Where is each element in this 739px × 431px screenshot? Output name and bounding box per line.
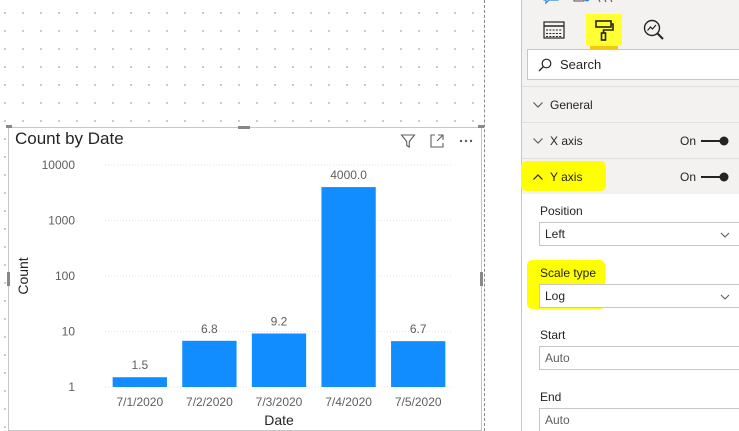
scale-type-label: Scale type: [540, 266, 597, 280]
y-tick-label: 1000: [48, 214, 75, 228]
format-pane: General X axis On Y axis On Position Lef…: [521, 0, 739, 431]
scale-type-value: Log: [545, 289, 566, 303]
end-label: End: [540, 390, 562, 404]
bar: [321, 187, 376, 387]
chevron-down-icon: [720, 232, 730, 238]
end-input[interactable]: Auto: [539, 408, 739, 431]
position-dropdown[interactable]: Left: [539, 222, 739, 246]
y-tick-label: 10000: [42, 158, 76, 172]
position-value: Left: [545, 227, 566, 241]
x-tick-label: 7/1/2020: [116, 395, 163, 409]
y-tick-label: 10: [62, 325, 76, 339]
chevron-up-icon: [533, 173, 543, 180]
y-axis-toggle-label: On: [680, 169, 697, 184]
section-general-label: General: [550, 97, 593, 112]
bar: [391, 341, 446, 387]
position-label: Position: [540, 204, 583, 218]
chevron-down-icon: [720, 294, 730, 300]
data-label: 6.8: [201, 322, 218, 336]
data-label: 1.5: [131, 358, 148, 372]
y-axis-title: Count: [15, 257, 31, 294]
x-tick-label: 7/4/2020: [325, 395, 372, 409]
section-general[interactable]: General: [522, 86, 739, 122]
section-x-axis[interactable]: X axis On: [522, 122, 739, 158]
tab-format[interactable]: [586, 14, 622, 49]
start-value: Auto: [545, 351, 570, 365]
format-search-box[interactable]: [527, 49, 739, 80]
bar-chart-visual[interactable]: Count by Date 1 10 100 1000 10000 1.5 7/1/2020…: [6, 125, 484, 431]
bar: [182, 340, 237, 387]
x-tick-label: 7/5/2020: [395, 395, 442, 409]
data-label: 9.2: [271, 315, 288, 329]
chevron-down-icon: [533, 101, 543, 108]
x-axis-toggle-label: On: [680, 133, 697, 148]
pane-header-icons-clipped: [543, 0, 613, 5]
fields-icon: [543, 21, 565, 39]
bar: [251, 333, 307, 387]
section-y-axis[interactable]: Y axis On: [522, 158, 739, 194]
scale-type-dropdown[interactable]: Log: [539, 284, 739, 308]
tab-fields[interactable]: [536, 14, 572, 46]
y-axis-settings: Position Left Scale type Log Start Auto …: [522, 194, 739, 431]
section-y-axis-label: Y axis: [550, 169, 583, 184]
search-icon: [538, 58, 552, 71]
y-tick-label: 1: [68, 380, 75, 394]
search-input[interactable]: [560, 57, 720, 72]
paint-roller-icon: [595, 20, 614, 41]
y-tick-label: 100: [55, 269, 75, 283]
x-axis-toggle[interactable]: [700, 136, 730, 146]
start-label: Start: [540, 328, 566, 342]
x-axis-title: Date: [264, 412, 294, 428]
x-tick-label: 7/2/2020: [186, 395, 233, 409]
y-axis-toggle[interactable]: [700, 172, 730, 182]
chart-plot: 1 10 100 1000 10000 1.5 7/1/2020 6.8 7/2/2020 9.2…: [15, 158, 453, 428]
data-label: 6.7: [410, 322, 427, 336]
bar: [112, 377, 167, 387]
pane-gap: [488, 0, 522, 431]
end-value: Auto: [545, 413, 570, 427]
section-x-axis-label: X axis: [550, 133, 583, 148]
tab-analytics[interactable]: [636, 14, 672, 46]
analytics-icon: [643, 19, 664, 40]
data-label: 4000.0: [330, 168, 367, 182]
x-tick-label: 7/3/2020: [256, 395, 303, 409]
chevron-down-icon: [533, 137, 543, 144]
start-input[interactable]: Auto: [539, 346, 739, 370]
canvas-boundary: [484, 0, 485, 431]
